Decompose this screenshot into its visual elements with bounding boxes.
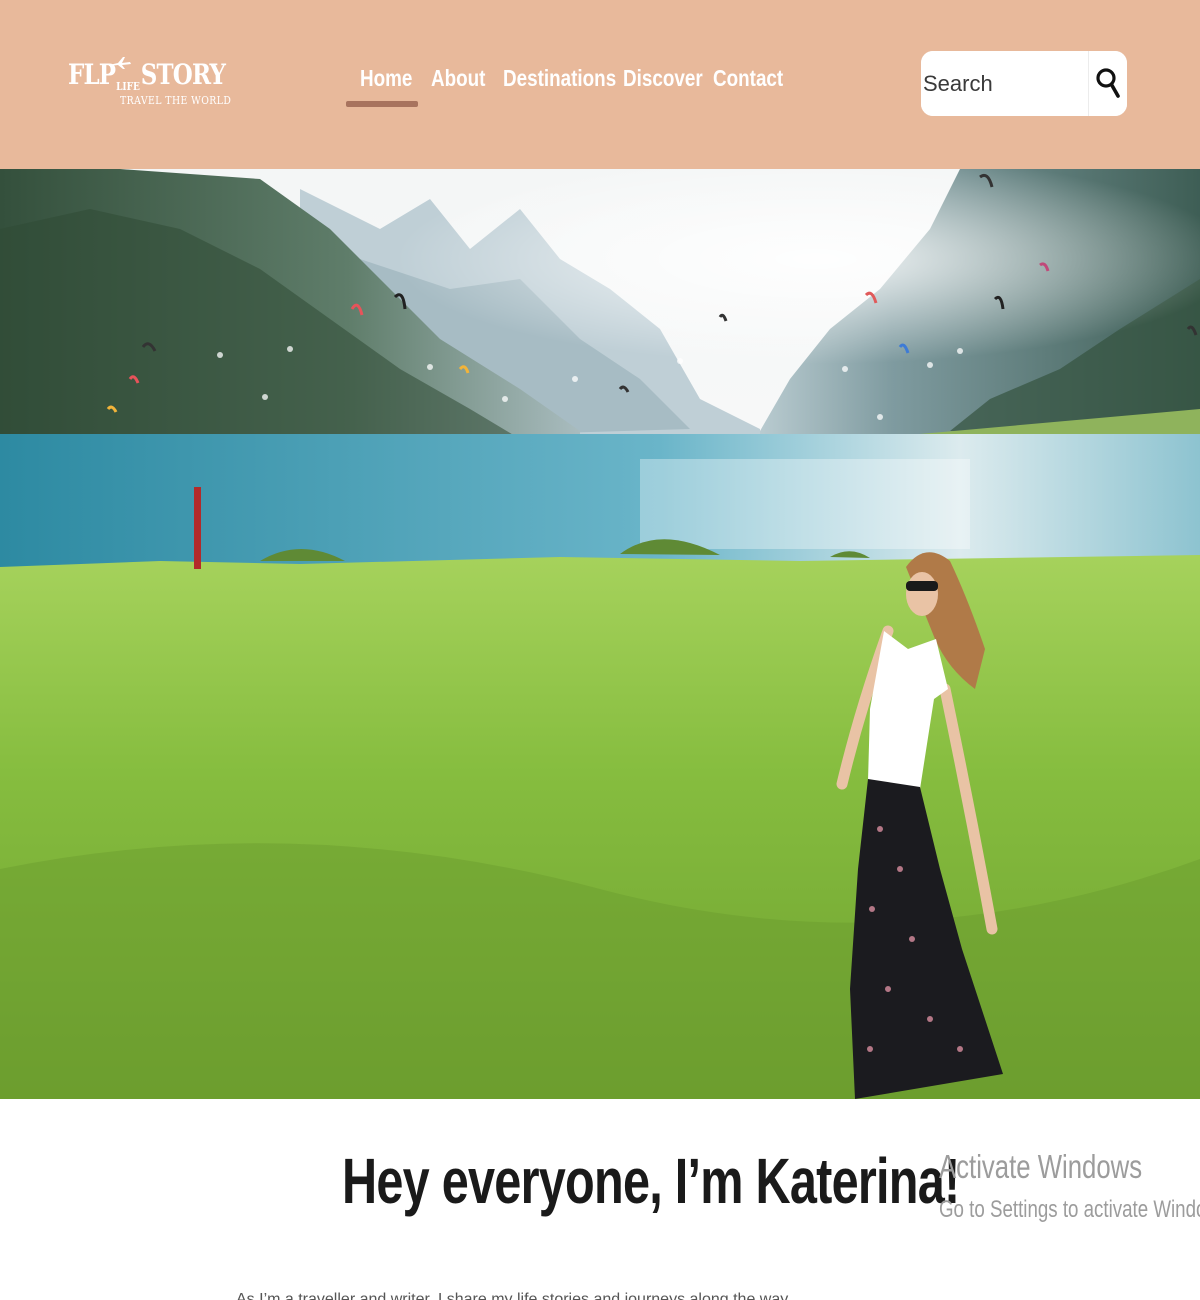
site-logo[interactable]: FLPLIFESTORY TRAVEL THE WORLD [68,56,231,112]
nav-active-indicator [346,101,418,107]
nav-item-contact[interactable]: Contact [713,58,783,98]
search-box [921,51,1127,116]
activation-title: Activate Windows [939,1148,1143,1185]
intro-heading: Hey everyone, I’m Katerina! [342,1145,960,1217]
hero-image [0,169,1200,1099]
logo-tagline: TRAVEL THE WORLD [120,94,232,107]
site-header: FLPLIFESTORY TRAVEL THE WORLD Home About… [0,0,1200,169]
nav-item-home[interactable]: Home [360,58,412,98]
airplane-icon [109,57,131,69]
logo-word-life: LIFE [116,80,140,93]
hero-photo [0,169,1200,1099]
logo-word-story: STORY [140,58,226,91]
activation-subtitle: Go to Settings to activate Windows. [939,1196,1200,1223]
intro-paragraph: As I’m a traveller and writer, I share m… [236,1291,801,1300]
search-button[interactable] [1088,51,1127,116]
nav-item-about[interactable]: About [431,58,485,98]
nav-item-discover[interactable]: Discover [623,58,703,98]
nav-item-destinations[interactable]: Destinations [503,58,616,98]
logo-wordmark: FLPLIFESTORY [68,56,226,94]
search-input[interactable] [921,51,1087,116]
windows-activation-watermark: Activate Windows Go to Settings to activ… [939,1147,1200,1225]
search-icon [1096,68,1120,98]
